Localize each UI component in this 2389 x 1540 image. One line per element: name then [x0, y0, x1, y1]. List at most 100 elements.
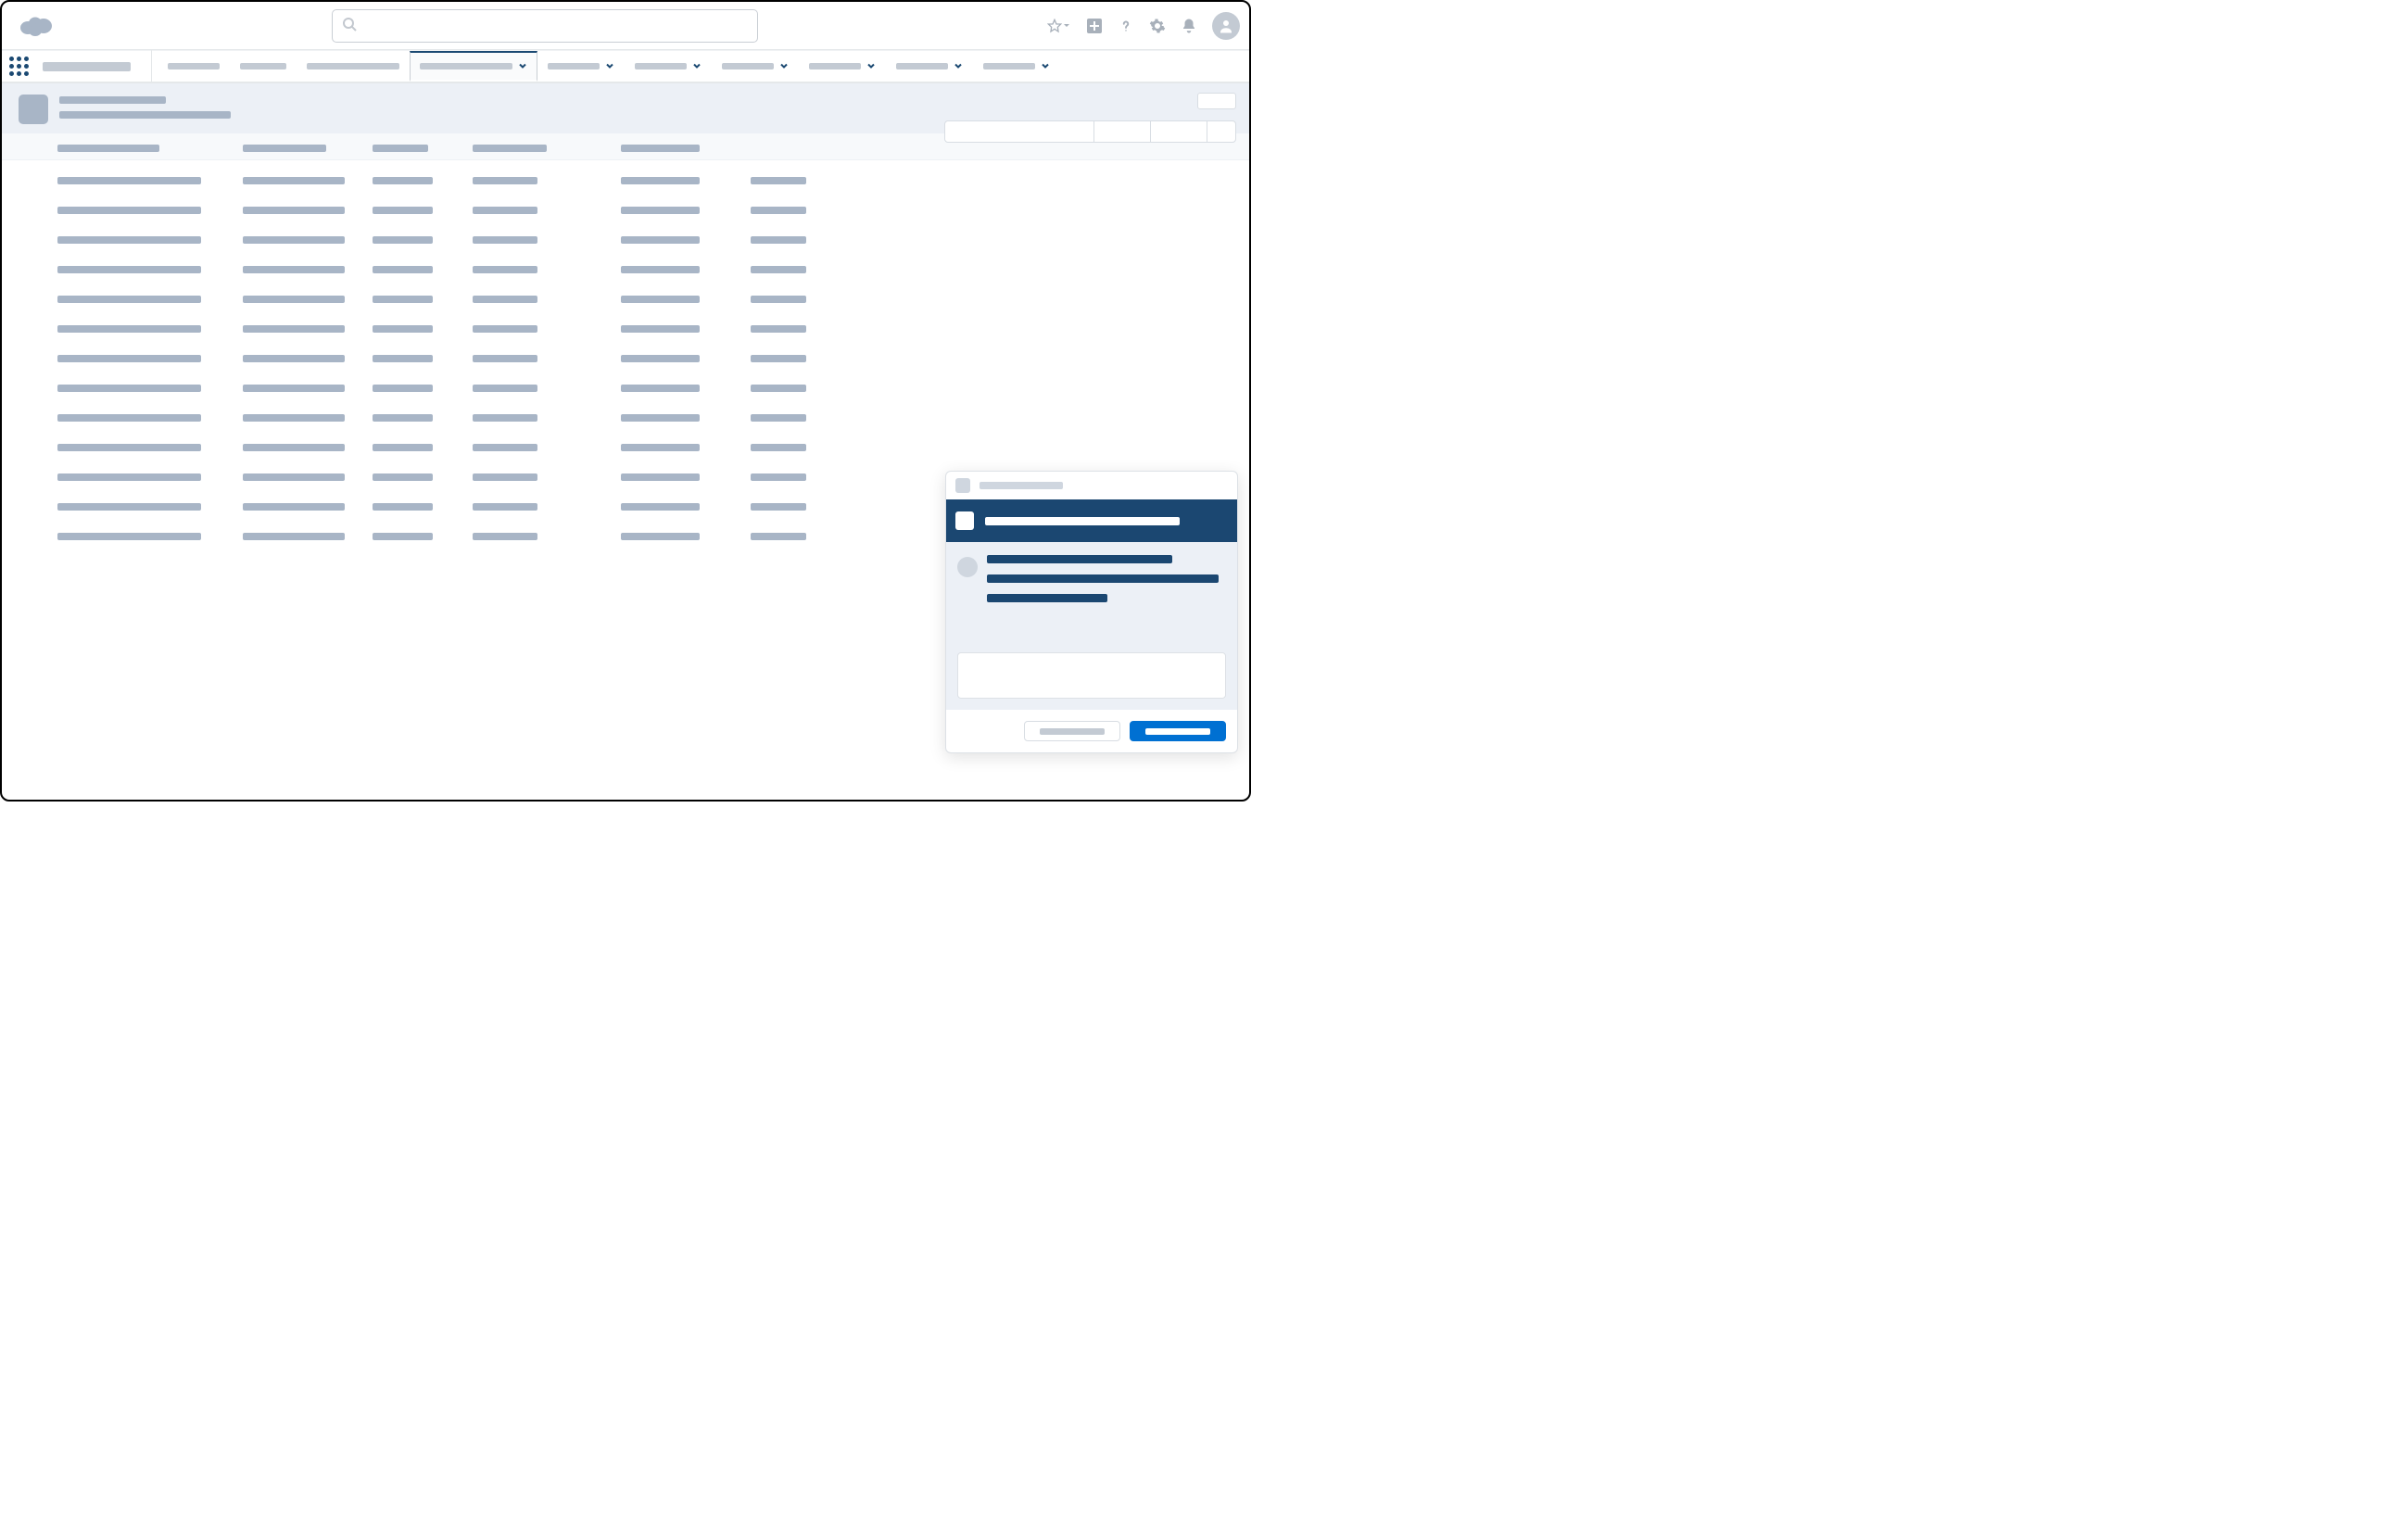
table-cell: [373, 385, 473, 392]
table-row[interactable]: [57, 207, 1232, 214]
list-action-1[interactable]: [1093, 120, 1151, 143]
cell-placeholder: [373, 414, 433, 422]
table-cell: [751, 473, 853, 481]
list-view-name[interactable]: [59, 111, 231, 119]
column-header-4[interactable]: [621, 145, 751, 152]
composer-primary-button[interactable]: [1130, 721, 1226, 741]
nav-item-4[interactable]: [537, 51, 625, 82]
app-launcher[interactable]: App Launcher: [2, 50, 35, 83]
cell-placeholder: [57, 473, 201, 481]
table-cell: [621, 236, 751, 244]
column-header-label: [373, 145, 428, 152]
table-cell: [243, 325, 373, 333]
profile-avatar[interactable]: Profile: [1212, 12, 1240, 40]
table-cell: [57, 533, 243, 540]
nav-item-1[interactable]: [230, 51, 297, 82]
cell-placeholder: [373, 355, 433, 362]
chevron-down-icon: [954, 59, 963, 73]
column-header-2[interactable]: [373, 145, 473, 152]
cell-placeholder: [751, 414, 806, 422]
list-action-2[interactable]: [1150, 120, 1207, 143]
docked-composer: [945, 471, 1238, 753]
table-row[interactable]: [57, 266, 1232, 273]
nav-item-label: [168, 63, 220, 69]
nav-item-5[interactable]: [625, 51, 712, 82]
nav-item-2[interactable]: [297, 51, 410, 82]
help-button[interactable]: Help: [1118, 18, 1134, 34]
table-cell: [373, 355, 473, 362]
table-row[interactable]: [57, 325, 1232, 333]
new-button[interactable]: [1197, 93, 1236, 109]
docked-composer-header[interactable]: [946, 472, 1237, 499]
cell-placeholder: [243, 266, 345, 273]
table-cell: [373, 177, 473, 184]
cell-placeholder: [57, 177, 201, 184]
cell-placeholder: [751, 236, 806, 244]
cell-placeholder: [473, 444, 537, 451]
table-row[interactable]: [57, 177, 1232, 184]
composer-subject-bar[interactable]: [946, 499, 1237, 542]
cell-placeholder: [473, 503, 537, 511]
table-cell: [751, 325, 853, 333]
page-header: [2, 83, 1249, 133]
cell-placeholder: [243, 296, 345, 303]
cell-placeholder: [243, 207, 345, 214]
nav-item-9[interactable]: [973, 51, 1060, 82]
chevron-down-icon: [866, 59, 876, 73]
cell-placeholder: [751, 207, 806, 214]
table-cell: [373, 236, 473, 244]
column-header-0[interactable]: [57, 145, 243, 152]
cell-placeholder: [243, 414, 345, 422]
nav-item-6[interactable]: [712, 51, 799, 82]
global-add-button[interactable]: Add: [1086, 18, 1103, 34]
table-cell: [57, 503, 243, 511]
nav-item-8[interactable]: [886, 51, 973, 82]
cell-placeholder: [243, 473, 345, 481]
table-row[interactable]: [57, 385, 1232, 392]
search-icon: [342, 17, 357, 34]
table-row[interactable]: [57, 236, 1232, 244]
table-cell: [751, 296, 853, 303]
cell-placeholder: [57, 533, 201, 540]
list-action-3[interactable]: [1207, 120, 1236, 143]
cell-placeholder: [621, 503, 700, 511]
table-row[interactable]: [57, 444, 1232, 451]
column-header-label: [621, 145, 700, 152]
nav-item-7[interactable]: [799, 51, 886, 82]
app-name: [43, 62, 131, 71]
cell-placeholder: [751, 266, 806, 273]
table-cell: [473, 236, 621, 244]
table-row[interactable]: [57, 414, 1232, 422]
favorites-menu[interactable]: Favorites: [1047, 19, 1071, 33]
table-row[interactable]: [57, 355, 1232, 362]
table-cell: [751, 503, 853, 511]
global-search-input[interactable]: [364, 19, 748, 33]
nav-item-0[interactable]: [158, 51, 230, 82]
table-cell: [57, 325, 243, 333]
cell-placeholder: [751, 503, 806, 511]
table-cell: [751, 414, 853, 422]
table-cell: [243, 385, 373, 392]
cell-placeholder: [621, 414, 700, 422]
nav-item-3[interactable]: [410, 51, 537, 82]
cell-placeholder: [243, 503, 345, 511]
nav-item-label: [983, 63, 1035, 69]
table-cell: [57, 177, 243, 184]
global-search[interactable]: [332, 9, 758, 43]
cell-placeholder: [243, 236, 345, 244]
table-cell: [57, 385, 243, 392]
cell-placeholder: [621, 473, 700, 481]
cell-placeholder: [373, 325, 433, 333]
setup-button[interactable]: Setup: [1149, 18, 1166, 34]
table-row[interactable]: [57, 296, 1232, 303]
column-header-3[interactable]: [473, 145, 621, 152]
table-cell: [373, 503, 473, 511]
composer-secondary-button[interactable]: [1024, 721, 1120, 741]
table-cell: [751, 355, 853, 362]
cell-placeholder: [473, 533, 537, 540]
cell-placeholder: [473, 296, 537, 303]
notifications-button[interactable]: Notifications: [1181, 18, 1197, 34]
column-header-1[interactable]: [243, 145, 373, 152]
list-action-0[interactable]: [944, 120, 1094, 143]
composer-reply-input[interactable]: [957, 652, 1226, 699]
